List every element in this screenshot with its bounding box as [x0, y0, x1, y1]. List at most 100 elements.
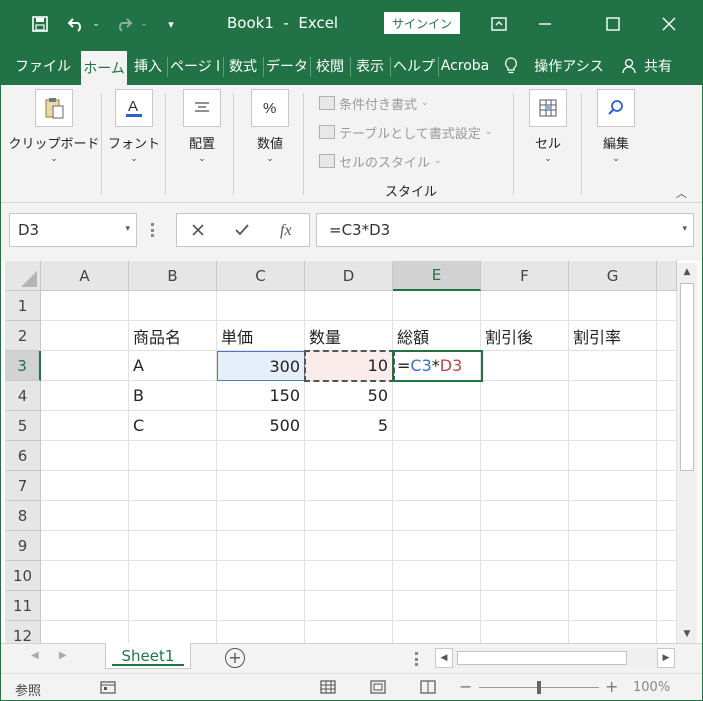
cell-e2[interactable]: 総額	[393, 321, 481, 351]
grid-cell[interactable]	[129, 561, 217, 591]
scroll-down-icon[interactable]: ▼	[677, 625, 697, 643]
chevron-down-icon[interactable]: ▾	[125, 224, 130, 234]
save-icon[interactable]	[27, 1, 53, 47]
grid-cell[interactable]	[41, 411, 129, 441]
grid-cell[interactable]	[41, 531, 129, 561]
grid-cell[interactable]	[657, 351, 677, 381]
grid-cell[interactable]	[217, 531, 305, 561]
grid-cell[interactable]	[41, 591, 129, 621]
number-group[interactable]: % 数値 ⌄	[245, 89, 295, 164]
tab-formulas[interactable]: 数式	[225, 47, 261, 85]
grid-cell[interactable]	[657, 441, 677, 471]
row-header-1[interactable]: 1	[5, 291, 41, 321]
row-header-12[interactable]: 12	[5, 621, 41, 643]
grid-cell[interactable]	[217, 471, 305, 501]
column-header-f[interactable]: F	[481, 261, 569, 291]
grid-cell[interactable]	[41, 381, 129, 411]
format-as-table-button[interactable]: テーブルとして書式設定 ⌄	[319, 122, 492, 142]
tab-home[interactable]: ホーム	[81, 51, 127, 85]
grid-cell[interactable]	[569, 411, 657, 441]
grid-cell[interactable]	[481, 501, 569, 531]
horizontal-scroll-thumb[interactable]	[457, 651, 627, 665]
tab-view[interactable]: 表示	[352, 47, 388, 85]
grid-cell[interactable]	[657, 291, 677, 321]
tab-file[interactable]: ファイル	[11, 47, 75, 85]
row-header-8[interactable]: 8	[5, 501, 41, 531]
column-header-a[interactable]: A	[41, 261, 129, 291]
grid-cell[interactable]	[569, 441, 657, 471]
tell-me-search[interactable]: 操作アシス	[531, 47, 607, 85]
grid-cell[interactable]	[41, 561, 129, 591]
editing-group[interactable]: 編集 ⌄	[591, 89, 641, 164]
scroll-up-icon[interactable]: ▲	[677, 263, 697, 281]
cell-g2[interactable]: 割引率	[569, 321, 657, 351]
cell-d5[interactable]: 5	[305, 411, 393, 441]
row-header-9[interactable]: 9	[5, 531, 41, 561]
sheet-prev-icon[interactable]: ◀	[31, 650, 39, 661]
tab-page-layout[interactable]: ページ l	[169, 47, 221, 85]
grid-cell[interactable]	[657, 561, 677, 591]
grid-cell[interactable]	[657, 531, 677, 561]
grid-cell[interactable]	[569, 291, 657, 321]
grid-cell[interactable]	[393, 621, 481, 643]
conditional-format-button[interactable]: 条件付き書式 ⌄	[319, 93, 429, 113]
grid-cell[interactable]	[481, 471, 569, 501]
formula-bar-resize-handle[interactable]	[151, 223, 155, 237]
name-box[interactable]: D3 ▾	[9, 213, 137, 247]
signin-button[interactable]: サインイン	[384, 12, 460, 34]
grid-cell[interactable]	[569, 381, 657, 411]
sheet-next-icon[interactable]: ▶	[59, 650, 67, 661]
tab-insert[interactable]: 挿入	[129, 47, 167, 85]
percent-icon[interactable]: %	[251, 89, 289, 127]
grid-cell[interactable]	[41, 621, 129, 643]
font-group[interactable]: A フォント ⌄	[108, 89, 160, 164]
grid-cell[interactable]	[129, 501, 217, 531]
column-header-b[interactable]: B	[129, 261, 217, 291]
grid-cell[interactable]	[129, 531, 217, 561]
column-header-h[interactable]	[657, 261, 677, 291]
scroll-left-icon[interactable]: ◀	[435, 648, 453, 668]
tab-split-handle[interactable]	[415, 652, 419, 666]
insert-function-icon[interactable]: fx	[273, 214, 303, 246]
grid-cell[interactable]	[305, 471, 393, 501]
tab-acrobat[interactable]: Acroba	[440, 47, 490, 85]
zoom-out-icon[interactable]: −	[459, 677, 472, 696]
grid-cell[interactable]	[657, 471, 677, 501]
grid-cell[interactable]	[305, 561, 393, 591]
row-header-2[interactable]: 2	[5, 321, 41, 351]
grid-cell[interactable]	[217, 591, 305, 621]
vertical-scrollbar[interactable]: ▲ ▼	[677, 263, 697, 643]
grid-cell[interactable]	[481, 381, 569, 411]
grid-cell[interactable]	[217, 291, 305, 321]
cell-c5[interactable]: 500	[217, 411, 305, 441]
grid-cell[interactable]	[481, 291, 569, 321]
grid-cell[interactable]	[305, 591, 393, 621]
cancel-icon[interactable]	[183, 214, 213, 246]
grid-cell[interactable]	[569, 471, 657, 501]
grid-cell[interactable]	[393, 531, 481, 561]
grid-cell[interactable]	[657, 411, 677, 441]
row-header-10[interactable]: 10	[5, 561, 41, 591]
row-header-6[interactable]: 6	[5, 441, 41, 471]
sheet-tab-sheet1[interactable]: Sheet1	[105, 643, 191, 669]
grid-cell[interactable]	[481, 411, 569, 441]
normal-view-icon[interactable]	[319, 679, 337, 695]
alignment-group[interactable]: 配置 ⌄	[177, 89, 227, 164]
font-icon[interactable]: A	[115, 89, 153, 127]
grid-cell[interactable]	[217, 501, 305, 531]
tab-review[interactable]: 校閲	[312, 47, 348, 85]
tab-data[interactable]: データ	[265, 47, 309, 85]
grid-cell[interactable]	[393, 471, 481, 501]
grid-cell[interactable]	[569, 591, 657, 621]
grid-cell[interactable]	[481, 621, 569, 643]
grid-cell[interactable]	[481, 531, 569, 561]
grid-cell[interactable]	[569, 531, 657, 561]
macro-record-icon[interactable]	[99, 679, 117, 695]
cells-group[interactable]: セル ⌄	[523, 89, 573, 164]
grid-cell[interactable]	[305, 501, 393, 531]
grid-cell[interactable]	[569, 621, 657, 643]
vertical-scroll-thumb[interactable]	[680, 283, 694, 471]
cell-c2[interactable]: 単価	[217, 321, 305, 351]
column-header-e[interactable]: E	[393, 261, 481, 291]
cell-b5[interactable]: C	[129, 411, 217, 441]
